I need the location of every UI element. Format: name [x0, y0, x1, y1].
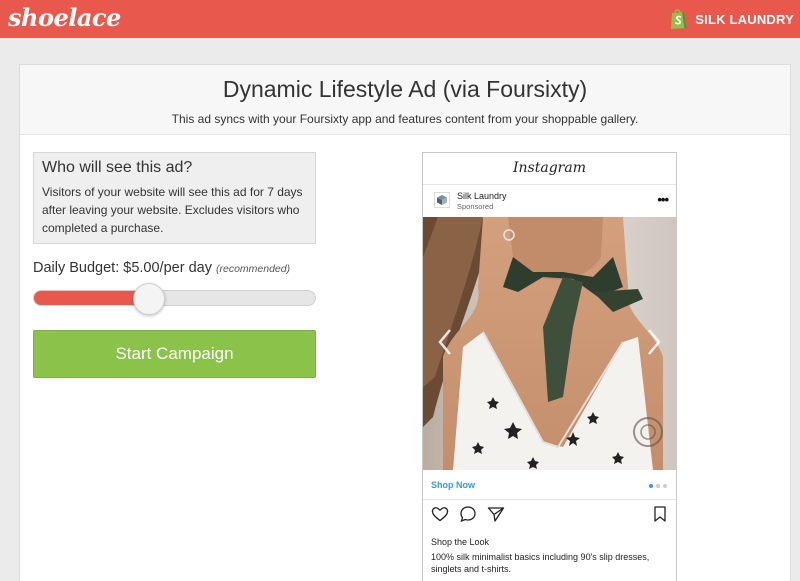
comment-icon[interactable] — [459, 505, 477, 523]
sponsored-label: Sponsored — [457, 202, 494, 211]
page-title: Dynamic Lifestyle Ad (via Foursixty) — [222, 76, 588, 102]
share-icon[interactable] — [487, 505, 505, 523]
store-avatar-icon — [434, 192, 450, 208]
audience-description: Visitors of your website will see this a… — [42, 185, 303, 235]
post-actions — [423, 503, 676, 525]
post-header: Silk Laundry Sponsored ••• — [423, 184, 676, 216]
audience-info-box: Who will see this ad? Visitors of your w… — [33, 152, 316, 244]
caption-body: 100% silk minimalist basics including 90… — [431, 552, 650, 574]
shoelace-logo[interactable]: shoelace — [8, 3, 121, 32]
post-photo — [423, 217, 676, 470]
model-photo-illustration — [423, 217, 676, 470]
store-switcher[interactable]: SILK LAUNDRY — [669, 8, 794, 30]
more-dots-icon[interactable]: ••• — [657, 192, 669, 207]
caption-title: Shop the Look — [431, 537, 490, 547]
post-username[interactable]: Silk Laundry — [457, 191, 507, 201]
bookmark-icon[interactable] — [651, 505, 669, 523]
card-header: Dynamic Lifestyle Ad (via Foursixty) Thi… — [20, 65, 790, 135]
carousel-dot[interactable] — [649, 484, 653, 488]
heart-icon[interactable] — [431, 505, 449, 523]
carousel-prev-icon[interactable] — [435, 327, 455, 357]
page-subtitle: This ad syncs with your Foursixty app an… — [171, 112, 639, 126]
daily-budget-value: Daily Budget: $5.00/per day — [33, 260, 212, 276]
carousel-dot[interactable] — [663, 484, 667, 488]
audience-title: Who will see this ad? — [42, 159, 193, 176]
campaign-card: Dynamic Lifestyle Ad (via Foursixty) Thi… — [19, 64, 791, 581]
shop-now-bar: Shop Now — [423, 470, 676, 500]
instagram-wordmark: Instagram — [513, 160, 586, 176]
shopify-bag-icon — [671, 9, 688, 29]
budget-slider-fill — [34, 291, 150, 305]
store-name: SILK LAUNDRY — [695, 11, 794, 27]
daily-budget-label: Daily Budget: $5.00/per day (recommended… — [33, 260, 290, 276]
budget-slider-handle[interactable] — [133, 283, 166, 315]
recommended-note: (recommended) — [215, 263, 291, 275]
top-bar: shoelace SILK LAUNDRY — [0, 0, 800, 38]
carousel-dots — [649, 484, 667, 488]
carousel-next-icon[interactable] — [644, 327, 664, 357]
start-campaign-button[interactable]: Start Campaign — [33, 330, 316, 378]
instagram-ad-preview: Instagram Silk Laundry Sponsored ••• Sho… — [422, 152, 677, 581]
shop-now-link[interactable]: Shop Now — [431, 480, 475, 490]
budget-slider[interactable] — [33, 283, 316, 315]
carousel-dot[interactable] — [656, 484, 660, 488]
